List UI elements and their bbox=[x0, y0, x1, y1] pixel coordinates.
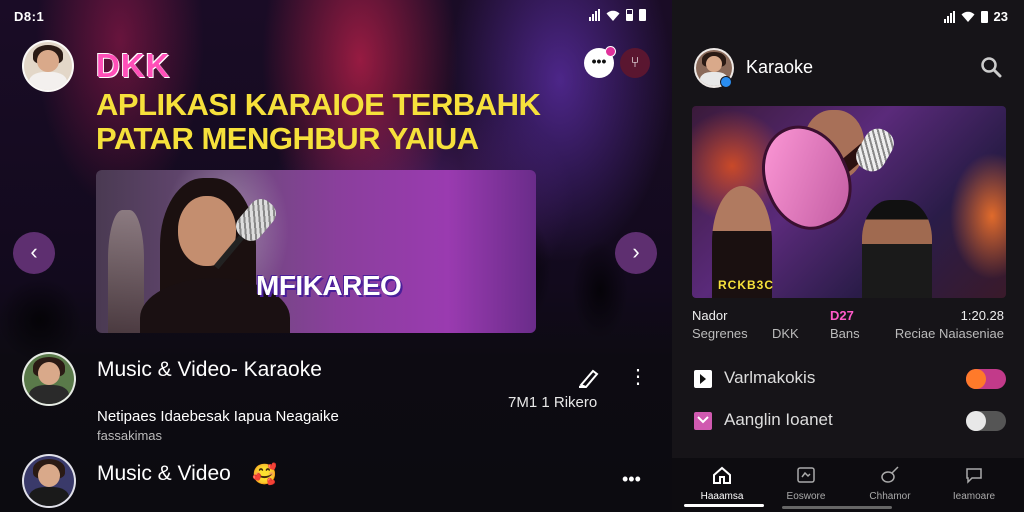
play-square-icon bbox=[694, 370, 712, 388]
featured-video-card[interactable]: RCKB3C bbox=[692, 106, 1006, 298]
nav-videos[interactable]: Eoswore bbox=[768, 466, 844, 502]
more-options-icon[interactable]: ⋮ bbox=[628, 367, 648, 387]
channel-title: Karaoke bbox=[746, 57, 814, 77]
video-icon bbox=[797, 467, 815, 483]
home-indicator bbox=[782, 506, 892, 509]
setting-row-2[interactable]: Aanglin Ioanet bbox=[692, 406, 1006, 436]
more-options-icon[interactable]: ••• bbox=[622, 470, 641, 488]
carousel-next-button[interactable]: › bbox=[615, 232, 657, 274]
chevron-right-icon: › bbox=[632, 239, 640, 264]
item-title: Music & Video bbox=[97, 462, 231, 485]
more-dots-icon: ••• bbox=[591, 53, 607, 69]
hero-label: MFIKAREO bbox=[256, 270, 402, 301]
checkbox-icon bbox=[694, 412, 712, 430]
nav-label: Haaamsa bbox=[700, 491, 744, 502]
nav-label: Chhamor bbox=[869, 491, 911, 502]
side-panel: 23 Karaoke RCKB3C Nador D27 1:20.28 Segr… bbox=[672, 0, 1024, 512]
guitar-icon bbox=[881, 466, 899, 483]
profile-avatar[interactable] bbox=[22, 40, 74, 92]
card-tag: RCKB3C bbox=[718, 278, 775, 292]
info-label: Nador bbox=[692, 308, 728, 323]
chevron-left-icon: ‹ bbox=[30, 239, 38, 264]
signal-icon bbox=[943, 10, 955, 23]
nav-music[interactable]: Chhamor bbox=[852, 466, 928, 502]
wifi-icon bbox=[606, 10, 620, 21]
main-panel: D8:1 DKK APLIKASI KARAIOE TERBAHK PATAR … bbox=[0, 0, 672, 512]
notification-dot bbox=[605, 46, 616, 57]
share-button[interactable]: ⑂ bbox=[620, 48, 650, 78]
battery-icon bbox=[626, 9, 633, 21]
home-icon bbox=[713, 466, 731, 484]
verified-badge-icon bbox=[720, 76, 732, 88]
messages-button[interactable]: ••• bbox=[584, 46, 616, 78]
headline-line-2: PATAR MENGHBUR YAIUA bbox=[96, 121, 479, 156]
headline-line-1: APLIKASI KARAIOE TERBAHK bbox=[96, 87, 541, 122]
share-icon: ⑂ bbox=[630, 54, 640, 71]
battery-icon bbox=[980, 10, 988, 23]
guitarist-figure bbox=[862, 200, 932, 298]
hero-banner[interactable]: MFIKAREO bbox=[96, 170, 536, 333]
status-icons bbox=[589, 9, 646, 21]
meta-label: Segrenes bbox=[692, 326, 748, 341]
meta-channel: DKK bbox=[772, 326, 799, 341]
signal-icon bbox=[589, 9, 600, 21]
search-icon[interactable] bbox=[980, 56, 1002, 78]
chat-icon bbox=[966, 468, 982, 484]
status-time: D8:1 bbox=[14, 9, 45, 24]
item-meta: 7M1 1 Rikero bbox=[508, 394, 598, 411]
nav-chat[interactable]: Ieamoare bbox=[936, 466, 1012, 502]
nav-home[interactable]: Haaamsa bbox=[684, 466, 760, 502]
page-headline: APLIKASI KARAIOE TERBAHK PATAR MENGHBUR … bbox=[96, 88, 566, 156]
toggle-knob bbox=[966, 369, 986, 389]
channel-avatar bbox=[22, 352, 76, 406]
active-tab-indicator bbox=[684, 504, 764, 507]
nav-label: Ieamoare bbox=[952, 491, 996, 502]
item-subtitle-2: fassakimas bbox=[97, 428, 163, 443]
edit-icon[interactable] bbox=[578, 368, 600, 388]
info-duration: 1:20.28 bbox=[960, 308, 1004, 323]
nav-label: Eoswore bbox=[786, 491, 826, 502]
meta-type: Bans bbox=[830, 326, 860, 341]
meta-description: Reciae Naiaseniae bbox=[894, 326, 1004, 341]
item-title: Music & Video- Karaoke bbox=[97, 358, 322, 381]
guitarist-figure bbox=[108, 210, 144, 333]
brand-logo: DKK bbox=[96, 47, 171, 84]
battery-icon-2 bbox=[639, 9, 646, 21]
toggle-knob bbox=[966, 411, 986, 431]
wifi-icon bbox=[961, 11, 975, 22]
setting-row-1[interactable]: Varlmakokis bbox=[692, 364, 1006, 394]
status-time: 23 bbox=[993, 9, 1008, 24]
channel-avatar bbox=[22, 454, 76, 508]
status-bar: 23 bbox=[943, 9, 1008, 24]
setting-toggle-2[interactable] bbox=[966, 411, 1006, 431]
setting-label: Aanglin Ioanet bbox=[724, 410, 833, 429]
emoji-icon: 🥰 bbox=[252, 464, 277, 486]
list-item[interactable]: Music & Video 🥰 ••• bbox=[0, 454, 672, 512]
list-item[interactable]: Music & Video- Karaoke Netipaes Idaebesa… bbox=[0, 352, 672, 452]
setting-toggle-1[interactable] bbox=[966, 369, 1006, 389]
info-badge: D27 bbox=[830, 308, 854, 323]
setting-label: Varlmakokis bbox=[724, 368, 816, 387]
carousel-prev-button[interactable]: ‹ bbox=[13, 232, 55, 274]
item-subtitle: Netipaes Idaebesak Iapua Neagaike bbox=[97, 408, 339, 425]
